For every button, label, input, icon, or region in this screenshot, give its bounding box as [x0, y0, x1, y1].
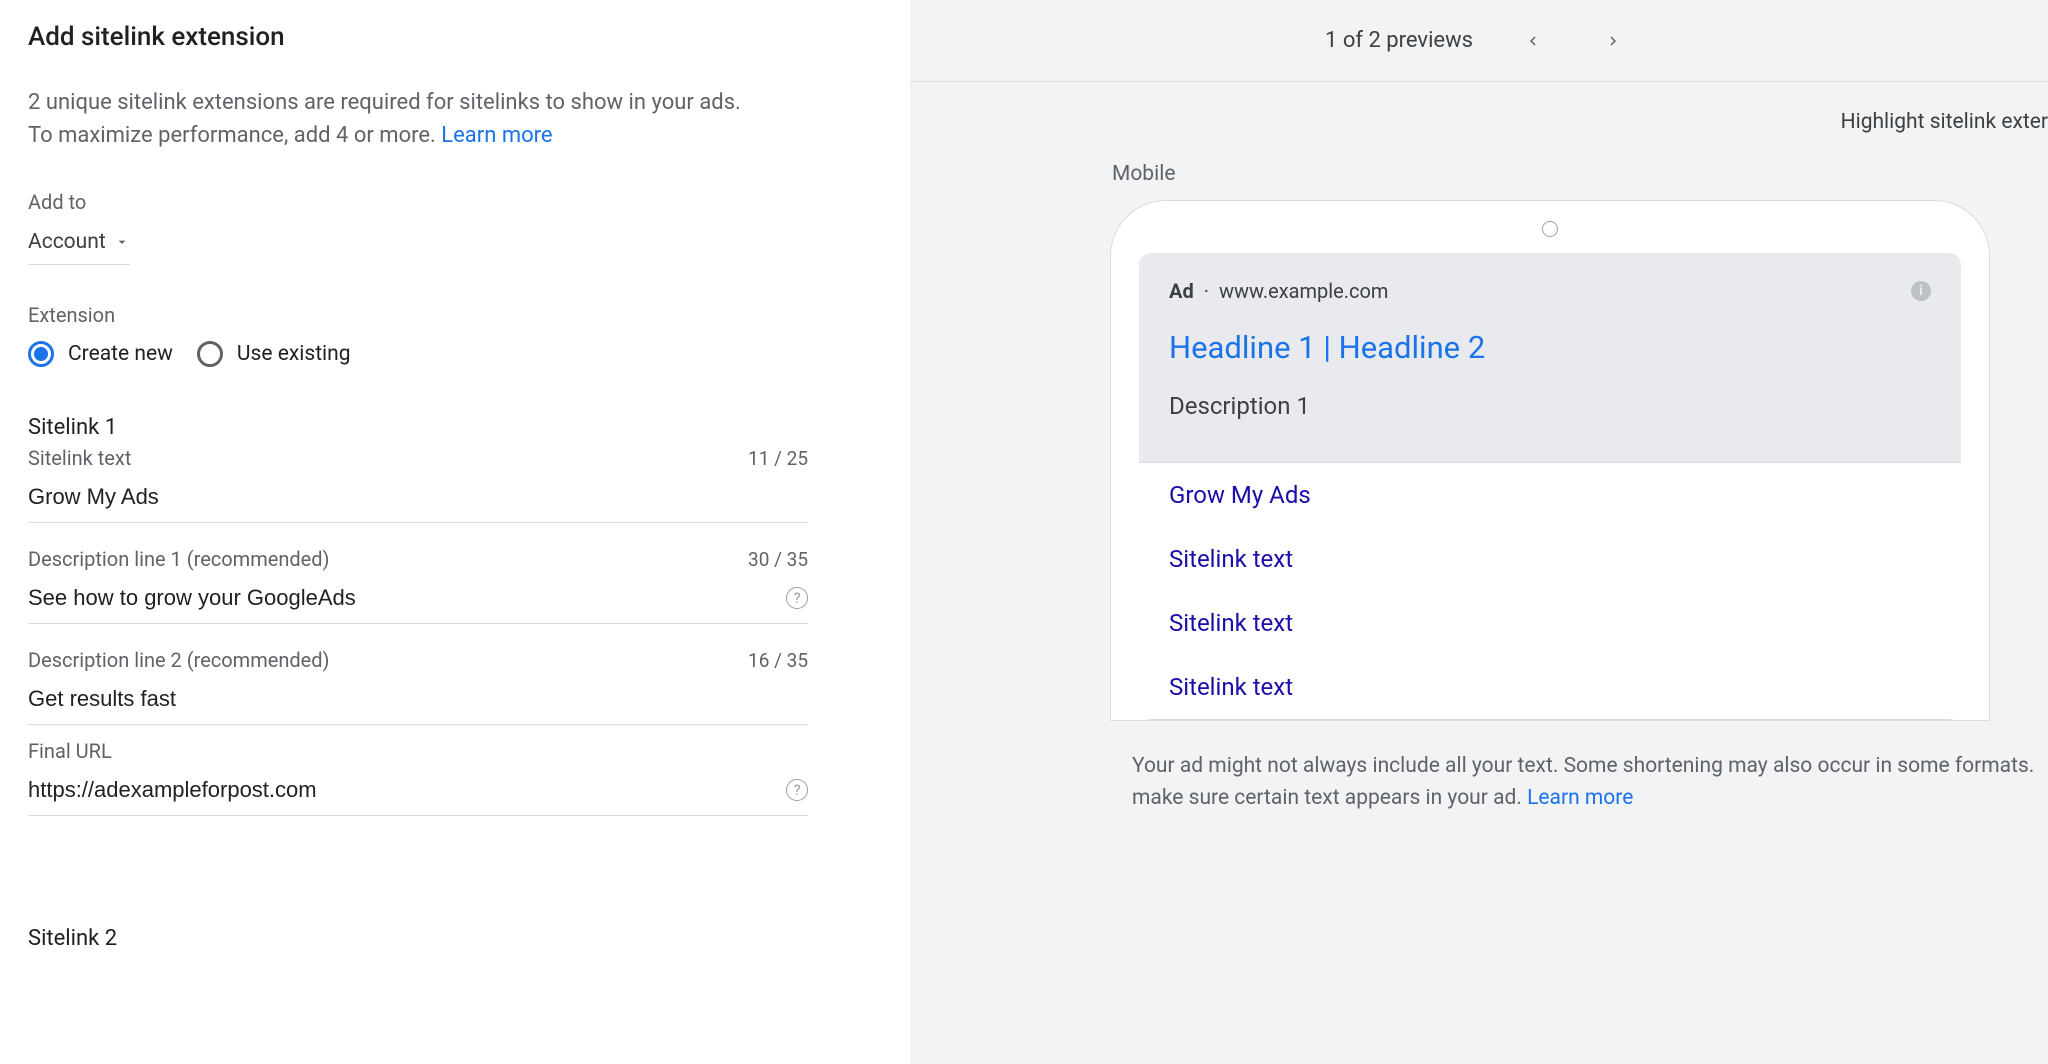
field-sitelink-text: Sitelink text 11 / 25	[28, 446, 808, 523]
extension-label: Extension	[28, 303, 882, 327]
char-counter: 11 / 25	[748, 447, 808, 470]
chevron-down-icon	[114, 234, 130, 250]
final-url-input[interactable]	[28, 777, 786, 803]
preview-area: Mobile Ad · www.example.com i Headline 1…	[910, 134, 2048, 1064]
ad-preview-card: Ad · www.example.com i Headline 1 | Head…	[1139, 253, 1961, 720]
form-panel: Add sitelink extension 2 unique sitelink…	[0, 0, 910, 1064]
sitelink-item[interactable]: Sitelink text	[1139, 527, 1961, 591]
sitelink-item[interactable]: Grow My Ads	[1139, 463, 1961, 527]
phone-speaker	[1139, 221, 1961, 253]
sitelink-item[interactable]: Sitelink text	[1139, 655, 1961, 719]
char-counter: 30 / 35	[748, 548, 808, 571]
ad-description: Description 1	[1169, 392, 1931, 420]
page-title: Add sitelink extension	[28, 22, 882, 52]
phone-frame: Ad · www.example.com i Headline 1 | Head…	[1110, 200, 1990, 721]
preview-panel: 1 of 2 previews Highlight sitelink exter…	[910, 0, 2048, 1064]
char-counter: 16 / 35	[748, 649, 808, 672]
sitelink1-heading: Sitelink 1	[28, 415, 882, 440]
field-label: Description line 2 (recommended)	[28, 648, 330, 672]
dot-separator: ·	[1204, 279, 1209, 303]
ad-domain: www.example.com	[1219, 279, 1388, 303]
radio-icon	[28, 341, 54, 367]
page-description: 2 unique sitelink extensions are require…	[28, 86, 768, 152]
field-description-1: Description line 1 (recommended) 30 / 35…	[28, 547, 808, 624]
field-final-url: Final URL ?	[28, 739, 808, 816]
preview-counter: 1 of 2 previews	[1325, 28, 1473, 53]
ad-url-row: Ad · www.example.com i	[1169, 279, 1931, 303]
description-text: 2 unique sitelink extensions are require…	[28, 90, 741, 148]
extension-radio-group: Create new Use existing	[28, 341, 882, 367]
preview-disclaimer: Your ad might not always include all you…	[1110, 721, 2048, 814]
ad-badge: Ad	[1169, 279, 1194, 303]
description2-input[interactable]	[28, 686, 808, 712]
field-label: Final URL	[28, 739, 112, 763]
radio-label: Use existing	[237, 342, 351, 366]
sitelink-text-input[interactable]	[28, 484, 808, 510]
ad-sitelinks-list: Grow My Ads Sitelink text Sitelink text …	[1139, 462, 1961, 720]
add-to-value: Account	[28, 230, 106, 254]
field-label: Description line 1 (recommended)	[28, 547, 330, 571]
disclaimer-learn-more-link[interactable]: Learn more	[1527, 786, 1633, 810]
ad-headline: Headline 1 | Headline 2	[1169, 329, 1931, 366]
help-icon[interactable]: ?	[786, 587, 808, 609]
preview-header: 1 of 2 previews	[910, 0, 2048, 82]
chevron-left-icon	[1524, 32, 1542, 50]
field-description-2: Description line 2 (recommended) 16 / 35	[28, 648, 808, 725]
radio-icon	[197, 341, 223, 367]
device-label: Mobile	[1112, 162, 2048, 186]
preview-prev-button[interactable]	[1513, 21, 1553, 61]
sitelink-item[interactable]: Sitelink text	[1139, 591, 1961, 655]
sitelink2-heading: Sitelink 2	[28, 926, 882, 951]
info-icon[interactable]: i	[1911, 281, 1931, 301]
chevron-right-icon	[1604, 32, 1622, 50]
radio-use-existing[interactable]: Use existing	[197, 341, 351, 367]
help-icon[interactable]: ?	[786, 779, 808, 801]
preview-next-button[interactable]	[1593, 21, 1633, 61]
add-to-label: Add to	[28, 190, 882, 214]
description1-input[interactable]	[28, 585, 786, 611]
field-label: Sitelink text	[28, 446, 131, 470]
radio-label: Create new	[68, 342, 173, 366]
radio-create-new[interactable]: Create new	[28, 341, 173, 367]
learn-more-link[interactable]: Learn more	[441, 123, 552, 148]
add-to-dropdown[interactable]: Account	[28, 224, 130, 265]
highlight-toggle-label: Highlight sitelink exter	[910, 82, 2048, 134]
